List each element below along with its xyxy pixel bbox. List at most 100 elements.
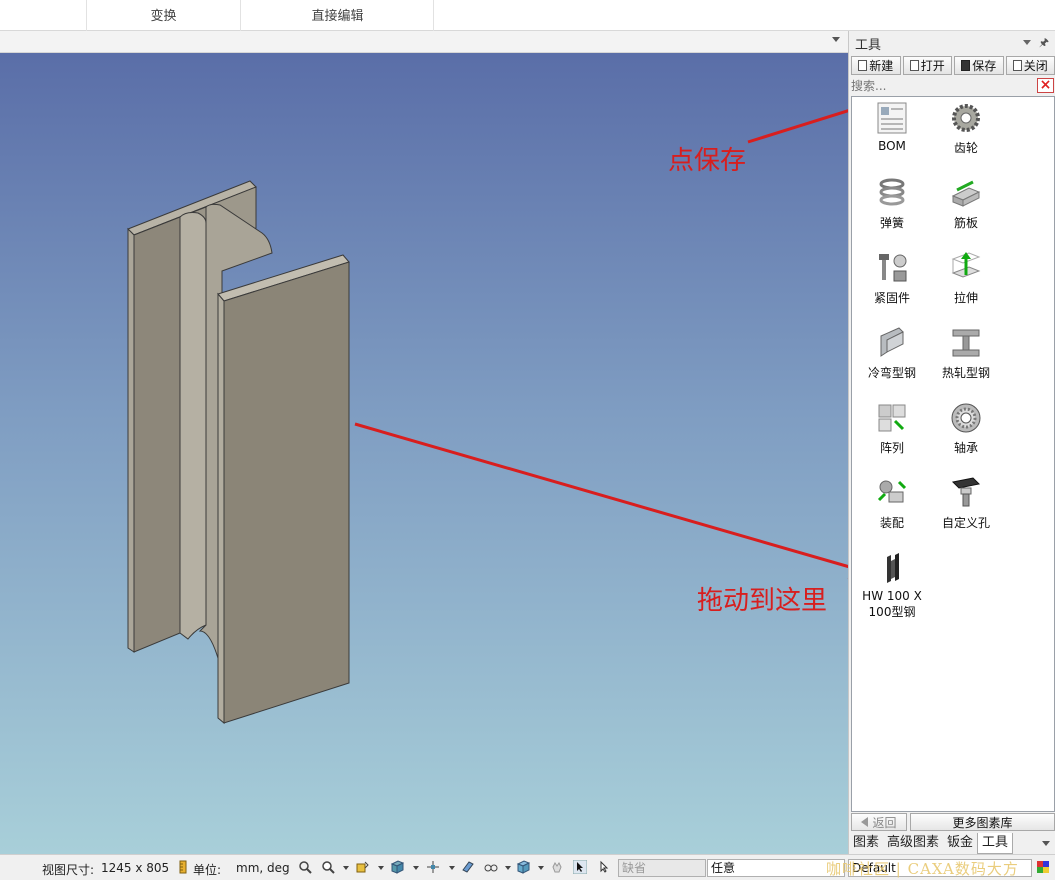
save-icon [961,60,971,71]
library-item-cold-formed-steel[interactable]: 冷弯型钢 [852,326,932,381]
tabs-more-icon[interactable] [1042,841,1050,846]
view-dropdown-icon[interactable] [413,866,419,870]
bearing-icon [951,403,981,433]
library-item-gear[interactable]: 齿轮 [926,101,1006,156]
filter-cursor-icon[interactable] [597,860,611,874]
view-cube-icon[interactable] [390,860,404,874]
hand-icon[interactable] [550,860,564,874]
tab-elements[interactable]: 图素 [849,833,883,854]
any-combo[interactable]: 任意 [707,859,845,877]
close-file-icon [1012,60,1022,71]
new-button-label: 新建 [869,59,894,73]
library-item-label: 紧固件 [873,291,910,305]
library-item-label: 轴承 [953,441,978,455]
open-button[interactable]: 打开 [902,56,952,75]
library-nav: 返回 更多图素库 [851,813,1055,833]
watermark: 咖啡社区 | CAXA数码大方 [826,860,1019,878]
orient-icon[interactable] [426,860,440,874]
view-size-value: 1245 x 805 [101,861,170,875]
panel-tabs: 图素 高级图素 钣金 工具 [849,833,1055,854]
panel-toolbar: 新建 打开 保存 关闭 [851,56,1055,76]
pan-dropdown-icon[interactable] [378,866,384,870]
open-file-icon [909,60,919,71]
search-input[interactable] [851,77,1035,94]
unit-label: 单位: [193,863,222,877]
hot-rolled-steel-icon [952,329,980,357]
library-item-custom-hole[interactable]: 自定义孔 [926,476,1006,531]
gear-icon [952,104,980,132]
drag-hint-annotation: 拖动到这里 [697,586,828,616]
ruler-icon[interactable] [176,860,190,874]
unit-value: mm, deg [236,861,290,875]
search-row: × [851,77,1055,94]
library-item-rib[interactable]: 筋板 [926,176,1006,231]
library-item-label: 装配 [879,516,904,530]
select-cursor-icon[interactable] [573,860,587,874]
zoom-fit-icon[interactable] [298,860,312,874]
fastener-icon [879,254,907,282]
panel-title: 工具 [855,38,882,53]
close-button[interactable]: 关闭 [1005,56,1055,75]
library-item-label: 弹簧 [879,216,904,230]
library-item-label: 拉伸 [953,291,978,305]
drag-arrow [354,422,880,579]
custom-hole-icon [951,477,981,507]
view-size-label: 视图尺寸: [42,863,95,877]
save-hint-annotation: 点保存 [668,146,747,176]
new-file-icon [858,60,868,71]
library-item-label: 齿轮 [953,141,978,155]
library-item-label: 热轧型钢 [941,366,990,380]
back-arrow-icon [861,817,869,827]
open-button-label: 打开 [920,59,945,73]
rib-icon [951,180,981,207]
library-item-label: 阵列 [879,441,904,455]
display-dropdown-icon[interactable] [538,866,544,870]
bom-icon [877,102,907,134]
back-button[interactable]: 返回 [851,813,907,831]
back-button-label: 返回 [872,815,897,830]
extrude-icon [951,252,981,278]
library-item-extrude[interactable]: 拉伸 [926,251,1006,306]
cold-formed-steel-icon [880,327,904,357]
tab-sheet-metal[interactable]: 钣金 [943,833,977,854]
library-item-fastener[interactable]: 紧固件 [852,251,932,306]
orient-dropdown-icon[interactable] [449,866,455,870]
clear-search-icon[interactable]: × [1037,78,1054,93]
tab-advanced-elements[interactable]: 高级图素 [883,833,943,854]
color-swatch-icon[interactable] [1036,860,1050,874]
new-button[interactable]: 新建 [851,56,901,75]
zoom-icon[interactable] [321,860,335,874]
close-button-label: 关闭 [1023,59,1048,73]
spring-icon [879,178,905,206]
library-item-assembly[interactable]: 装配 [852,476,932,531]
library-item-array[interactable]: 阵列 [852,401,932,456]
tool-panel: 工具 🖈 新建 打开 保存 关闭 × BOM 齿轮 弹簧 筋板 [848,31,1055,854]
assembly-icon [877,480,907,503]
filter-combo[interactable]: 缺省 [618,859,706,877]
library-item-label: 自定义孔 [941,516,990,530]
library-item-bom[interactable]: BOM [852,101,932,153]
library-item-label: 筋板 [953,216,978,230]
h-beam-icon [887,553,899,583]
library-item-hot-rolled-steel[interactable]: 热轧型钢 [926,326,1006,381]
library-item-bearing[interactable]: 轴承 [926,401,1006,456]
panel-menu-dropdown[interactable] [1023,40,1031,45]
pin-icon[interactable]: 🖈 [1039,34,1049,53]
camera-icon[interactable] [484,860,498,874]
library-item-label: BOM [878,139,906,153]
render-mode-icon[interactable] [461,860,475,874]
save-button-label: 保存 [972,59,997,73]
display-cube-icon[interactable] [516,860,530,874]
tab-tools[interactable]: 工具 [977,833,1014,854]
pan-icon[interactable] [355,860,369,874]
array-icon [878,404,906,432]
library-item-label: 冷弯型钢 [867,366,916,380]
library-item-label: HW 100 X 100型钢 [862,589,922,619]
camera-dropdown-icon[interactable] [505,866,511,870]
library-item-list[interactable]: BOM 齿轮 弹簧 筋板 紧固件 拉伸 冷弯型钢 热轧型钢 阵列 轴承 装配 自… [851,96,1055,812]
save-button[interactable]: 保存 [954,56,1004,75]
zoom-dropdown-icon[interactable] [343,866,349,870]
library-item-h-beam[interactable]: HW 100 X 100型钢 [852,551,932,620]
library-item-spring[interactable]: 弹簧 [852,176,932,231]
more-libraries-button[interactable]: 更多图素库 [910,813,1055,831]
